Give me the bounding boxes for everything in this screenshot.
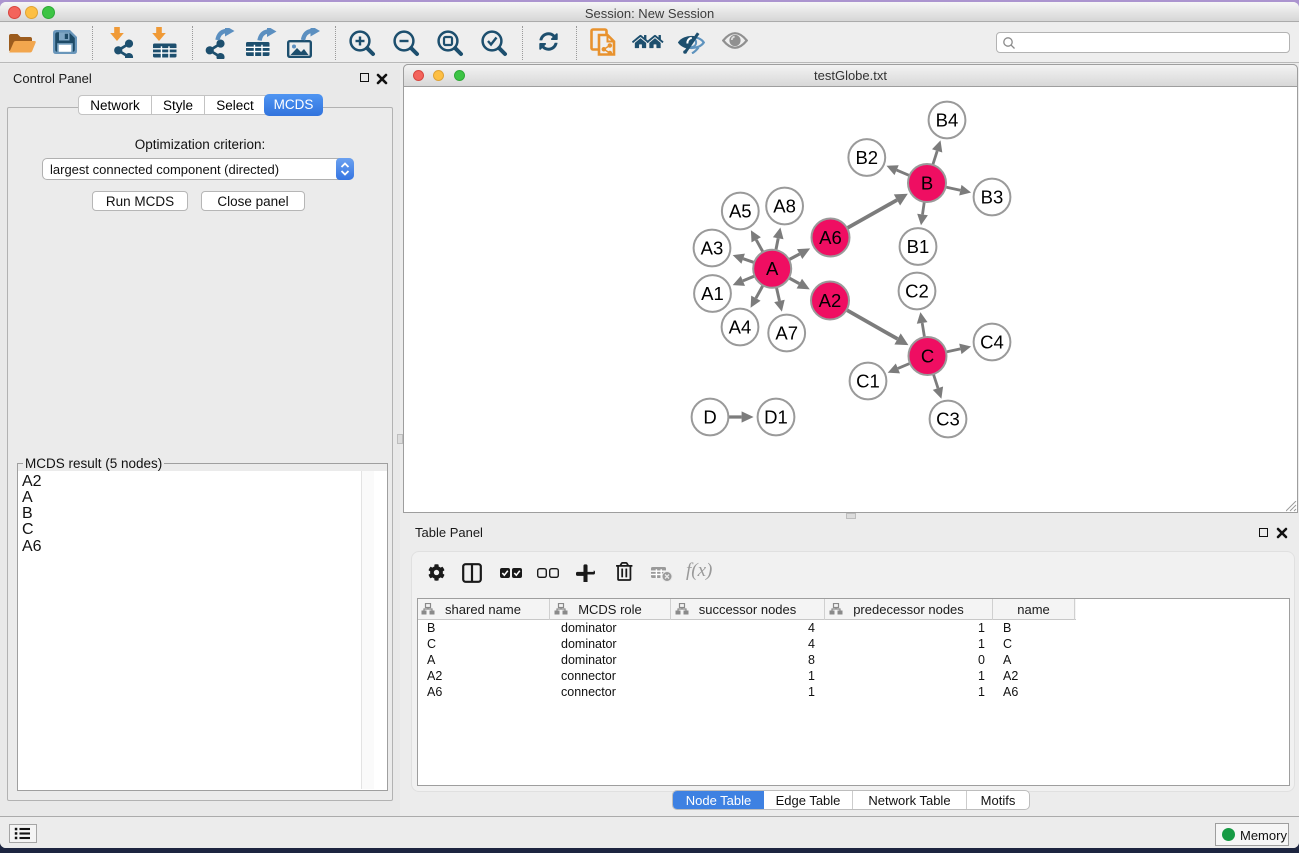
svg-text:D: D [703, 407, 716, 428]
svg-text:A8: A8 [773, 196, 796, 217]
svg-text:D1: D1 [764, 407, 788, 428]
svg-text:C4: C4 [980, 332, 1004, 353]
svg-text:A1: A1 [701, 283, 724, 304]
svg-text:B4: B4 [936, 110, 959, 131]
svg-text:C3: C3 [936, 409, 960, 430]
svg-text:A: A [766, 258, 779, 279]
svg-text:A3: A3 [701, 238, 724, 259]
svg-text:B2: B2 [855, 147, 878, 168]
svg-text:A7: A7 [775, 323, 798, 344]
svg-text:C: C [921, 346, 934, 367]
svg-text:A4: A4 [729, 317, 752, 338]
svg-text:A2: A2 [819, 290, 842, 311]
svg-text:C2: C2 [905, 281, 929, 302]
svg-text:A6: A6 [819, 227, 842, 248]
svg-text:B1: B1 [907, 236, 930, 257]
svg-text:B3: B3 [981, 187, 1004, 208]
svg-text:A5: A5 [729, 201, 752, 222]
svg-text:C1: C1 [856, 371, 880, 392]
svg-text:B: B [921, 173, 933, 194]
